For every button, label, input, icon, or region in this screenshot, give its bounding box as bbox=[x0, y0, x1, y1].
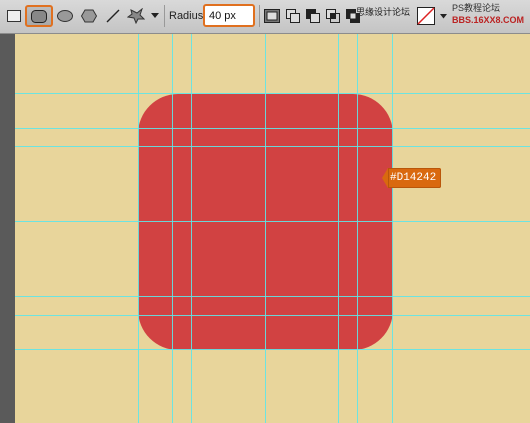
guide-vertical[interactable] bbox=[191, 34, 192, 423]
guide-horizontal[interactable] bbox=[15, 221, 530, 222]
options-bar: Radius: 思缘设计论坛 PS教程论坛 BBS.16XX8.COM bbox=[0, 0, 530, 34]
guide-horizontal[interactable] bbox=[15, 296, 530, 297]
line-tool-icon bbox=[106, 9, 120, 23]
radius-input[interactable] bbox=[203, 4, 255, 27]
color-hex-label: #D14242 bbox=[388, 168, 442, 188]
combine-button[interactable] bbox=[284, 5, 302, 27]
rounded-rectangle-tool-icon bbox=[31, 9, 47, 23]
guide-horizontal[interactable] bbox=[15, 349, 530, 350]
new-layer-button[interactable] bbox=[262, 5, 282, 27]
toolbar-divider bbox=[259, 5, 260, 27]
watermark-line-1: 思缘设计论坛 bbox=[356, 7, 411, 17]
document-canvas[interactable] bbox=[15, 34, 530, 423]
guide-vertical[interactable] bbox=[172, 34, 173, 423]
rectangle-tool-button[interactable] bbox=[4, 5, 24, 27]
ellipse-tool-button[interactable] bbox=[55, 5, 75, 27]
chevron-down-icon bbox=[439, 13, 447, 18]
intersect-icon bbox=[326, 9, 340, 23]
style-dropdown[interactable] bbox=[438, 5, 448, 27]
guide-vertical[interactable] bbox=[265, 34, 266, 423]
polygon-tool-icon bbox=[81, 9, 97, 23]
ellipse-tool-icon bbox=[57, 10, 73, 22]
radius-label: Radius: bbox=[169, 10, 207, 22]
rounded-rectangle-tool-button[interactable] bbox=[25, 5, 53, 27]
custom-shape-tool-icon bbox=[127, 8, 145, 24]
intersect-button[interactable] bbox=[324, 5, 342, 27]
guide-horizontal[interactable] bbox=[15, 315, 530, 316]
combine-icon bbox=[286, 9, 300, 23]
toolbar-divider bbox=[164, 5, 165, 27]
subtract-button[interactable] bbox=[304, 5, 322, 27]
guide-horizontal[interactable] bbox=[15, 128, 530, 129]
subtract-icon bbox=[306, 9, 320, 23]
watermark-line-3: BBS.16XX8.COM bbox=[452, 15, 525, 25]
rectangle-tool-icon bbox=[7, 10, 21, 22]
line-tool-button[interactable] bbox=[103, 5, 123, 27]
guide-vertical[interactable] bbox=[138, 34, 139, 423]
watermark-line-2: PS教程论坛 bbox=[452, 3, 501, 13]
chevron-down-icon bbox=[151, 13, 159, 18]
guide-vertical[interactable] bbox=[392, 34, 393, 423]
custom-shape-tool-button[interactable] bbox=[125, 5, 147, 27]
shape-picker-dropdown[interactable] bbox=[149, 5, 161, 27]
guide-vertical[interactable] bbox=[357, 34, 358, 423]
guide-horizontal[interactable] bbox=[15, 93, 530, 94]
color-annotation-tag: #D14242 bbox=[382, 168, 442, 188]
polygon-tool-button[interactable] bbox=[79, 5, 99, 27]
guide-vertical[interactable] bbox=[338, 34, 339, 423]
guide-horizontal[interactable] bbox=[15, 146, 530, 147]
style-none-swatch-icon bbox=[417, 7, 435, 25]
new-layer-icon bbox=[264, 9, 280, 23]
style-swatch[interactable] bbox=[415, 5, 437, 27]
